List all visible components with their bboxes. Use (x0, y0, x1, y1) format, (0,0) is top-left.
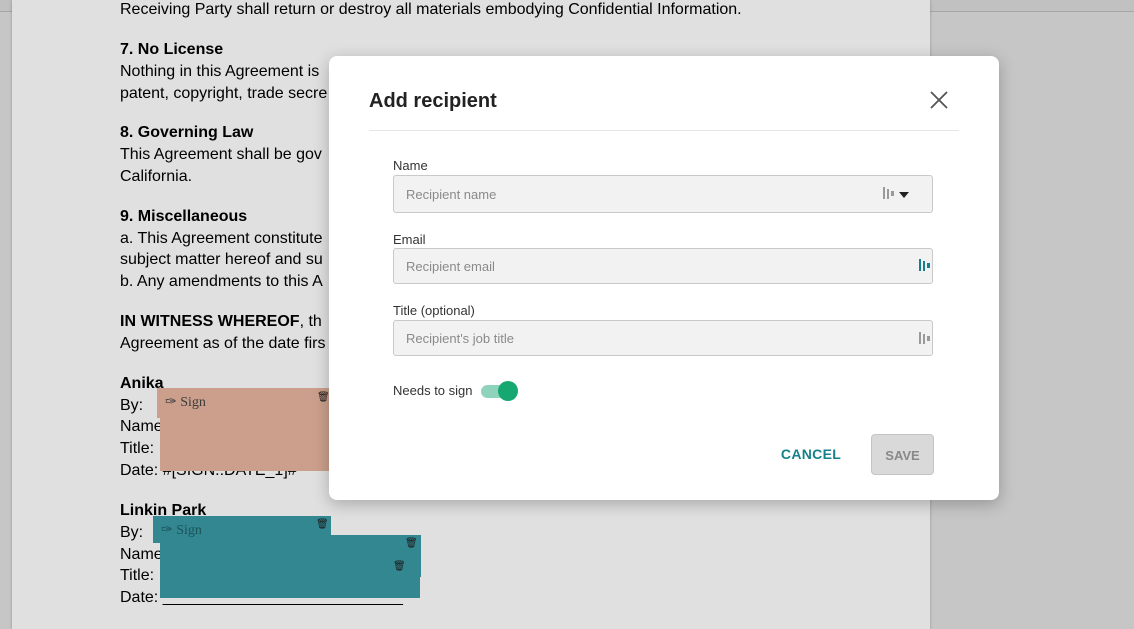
recipient-name-input[interactable] (393, 175, 933, 213)
email-field-label: Email (393, 232, 426, 247)
cancel-button[interactable]: CANCEL (777, 437, 845, 471)
recipient-email-input[interactable] (393, 248, 933, 284)
close-icon (930, 91, 948, 109)
recipient-title-input[interactable] (393, 320, 933, 356)
contacts-icon[interactable] (918, 258, 932, 272)
toggle-knob (498, 381, 518, 401)
save-button[interactable]: SAVE (871, 434, 934, 475)
close-button[interactable] (927, 88, 951, 112)
needs-to-sign-label: Needs to sign (393, 383, 473, 398)
needs-to-sign-toggle[interactable] (481, 381, 518, 401)
contacts-icon[interactable] (918, 331, 932, 345)
header-divider (369, 130, 959, 131)
add-recipient-dialog: Add recipient Name Email Title (optional… (329, 56, 999, 500)
contacts-icon[interactable] (882, 186, 896, 200)
dialog-title: Add recipient (369, 90, 497, 112)
title-field-label: Title (optional) (393, 303, 475, 318)
name-field-label: Name (393, 158, 428, 173)
caret-down-icon[interactable] (899, 188, 909, 202)
